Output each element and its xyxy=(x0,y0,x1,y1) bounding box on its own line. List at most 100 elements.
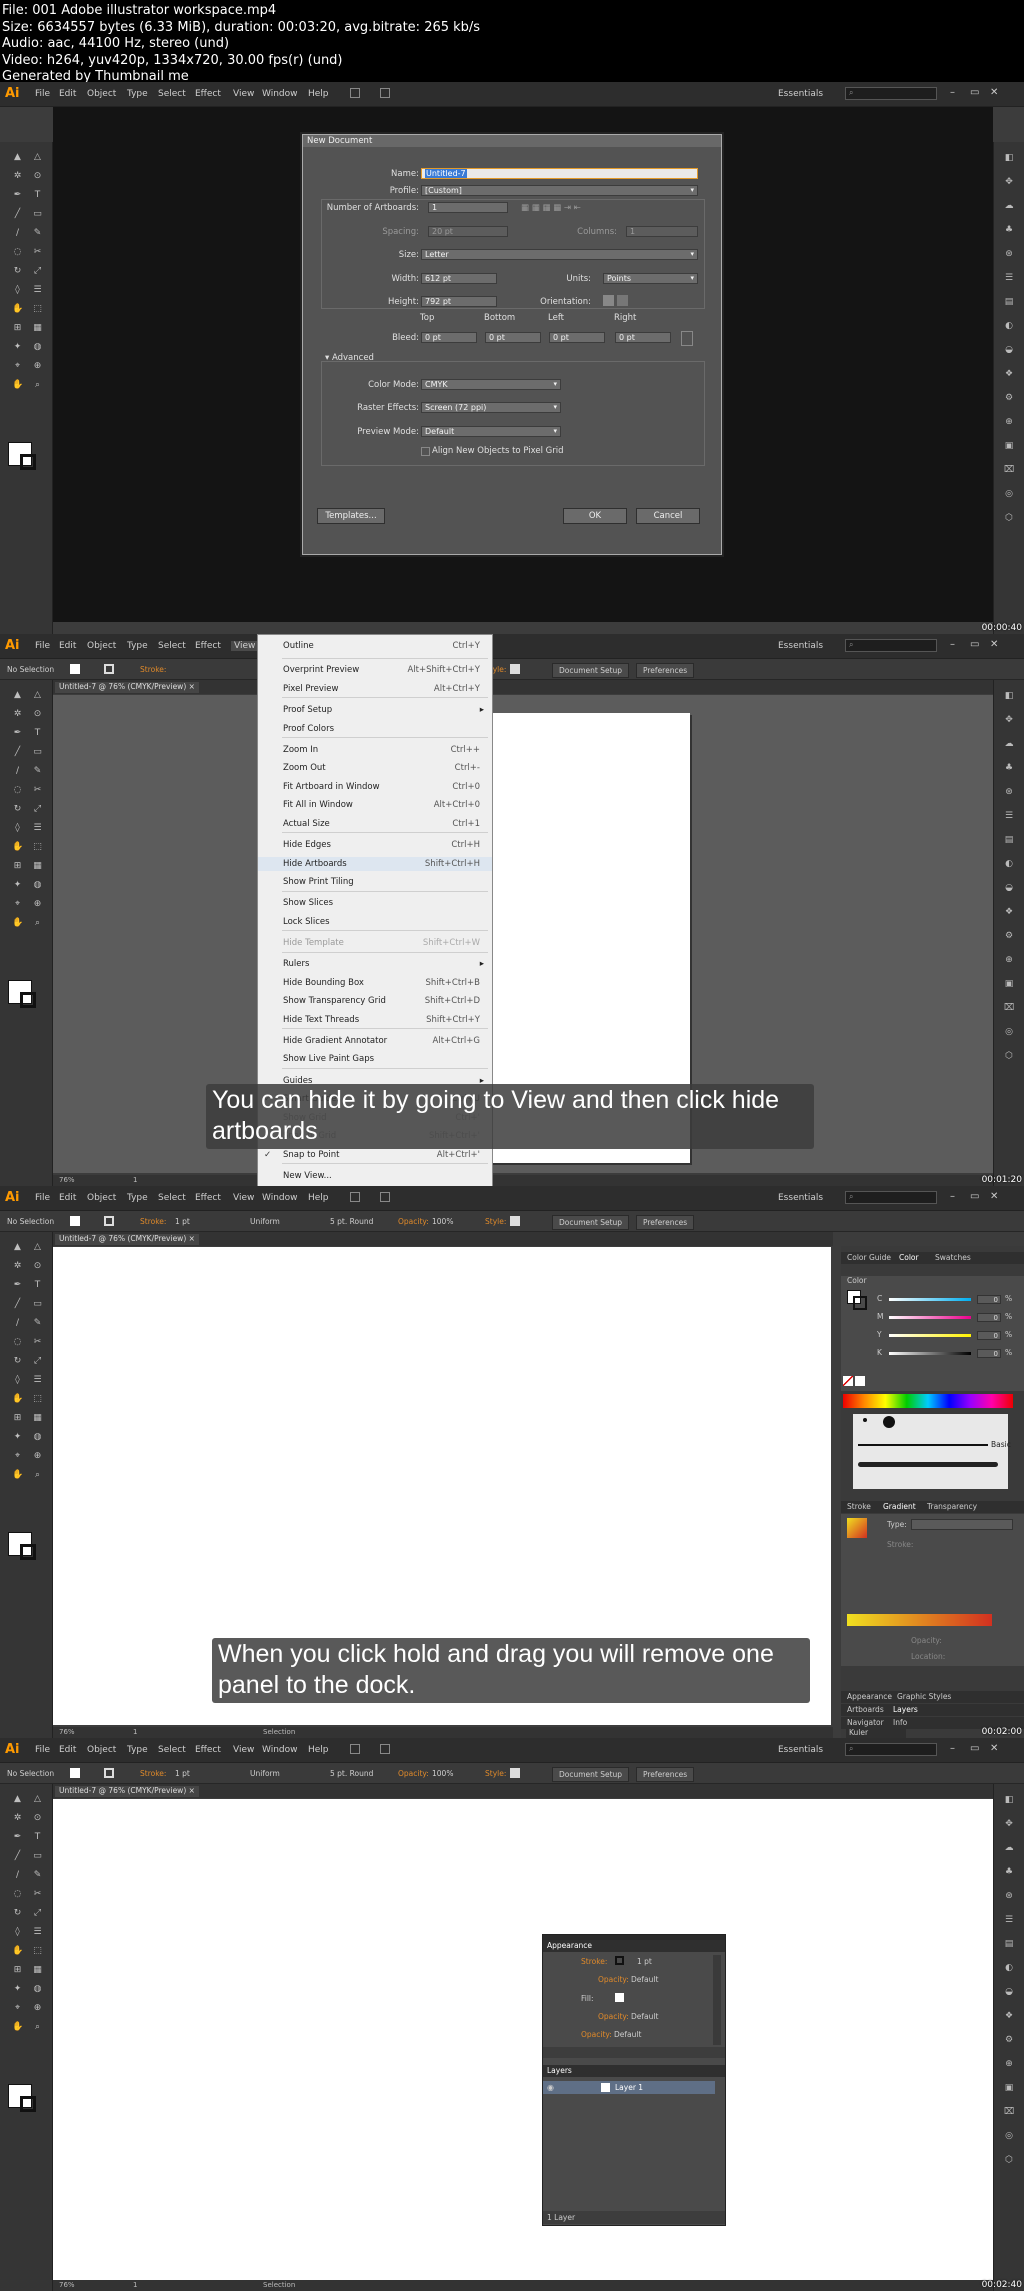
tool-icon[interactable]: ✋ xyxy=(12,1394,23,1405)
tool-icon[interactable]: ⤢ xyxy=(32,1356,43,1367)
tool-icon[interactable]: ✒ xyxy=(12,190,23,201)
none-color-icon[interactable] xyxy=(843,1376,853,1386)
minimize-icon[interactable]: – xyxy=(950,1743,955,1754)
preview-mode-select[interactable]: Default xyxy=(421,426,561,437)
profile-select[interactable]: [Custom] xyxy=(421,185,698,196)
view-menu-item[interactable]: Proof Colors xyxy=(258,722,492,736)
opacity-label[interactable]: Opacity: xyxy=(398,1217,429,1226)
bleed-top-field[interactable]: 0 pt xyxy=(421,332,477,343)
brush-dot-small[interactable] xyxy=(863,1418,867,1422)
tool-icon[interactable]: ⊞ xyxy=(12,323,23,334)
menu-select[interactable]: Select xyxy=(158,1193,186,1203)
name-field[interactable]: Untitled-7 xyxy=(421,168,698,179)
view-menu-item[interactable]: Overprint Preview Alt+Shift+Ctrl+Y xyxy=(258,663,492,677)
menu-edit[interactable]: Edit xyxy=(59,1193,76,1203)
tool-icon[interactable]: ✒ xyxy=(12,728,23,739)
tool-icon[interactable]: ✲ xyxy=(12,1261,23,1272)
tool-icon[interactable]: ◌ xyxy=(12,1889,23,1900)
menu-view[interactable]: View xyxy=(231,641,259,651)
view-menu-item[interactable]: Show Transparency Grid Shift+Ctrl+D xyxy=(258,994,492,1008)
dock-panel-icon[interactable]: ❖ xyxy=(1003,368,1015,380)
cmyk-value-field[interactable]: 0 xyxy=(977,1349,1001,1358)
document-tab[interactable]: Untitled-7 @ 76% (CMYK/Preview) × xyxy=(55,1786,199,1797)
align-pixel-grid-checkbox[interactable] xyxy=(421,447,430,456)
dock-panel-icon[interactable]: ♣ xyxy=(1003,762,1015,774)
workspace-switcher[interactable]: Essentials xyxy=(778,1745,823,1755)
cmyk-value-field[interactable]: 0 xyxy=(977,1295,1001,1304)
close-icon[interactable]: ✕ xyxy=(990,87,998,98)
dock-panel-icon[interactable]: ▣ xyxy=(1003,440,1015,452)
tool-icon[interactable]: ✲ xyxy=(12,1813,23,1824)
dock-panel-icon[interactable]: ☰ xyxy=(1003,272,1015,284)
cmyk-value-field[interactable]: 0 xyxy=(977,1331,1001,1340)
tool-icon[interactable]: ⊞ xyxy=(12,1965,23,1976)
menu-window[interactable]: Window xyxy=(262,1193,298,1203)
tab-gradient[interactable]: Gradient xyxy=(883,1501,916,1513)
fill-swatch[interactable] xyxy=(70,664,80,674)
tool-icon[interactable]: ◍ xyxy=(32,1984,43,1995)
dock-panel-icon[interactable]: ⊕ xyxy=(1003,954,1015,966)
status-tool[interactable]: Selection xyxy=(263,1728,295,1736)
tool-icon[interactable]: ⬚ xyxy=(32,1946,43,1957)
fill-swatch[interactable] xyxy=(70,1768,80,1778)
artboard-number[interactable]: 1 xyxy=(133,2281,137,2289)
tool-icon[interactable]: ⌕ xyxy=(32,1470,43,1481)
tool-icon[interactable]: ▲ xyxy=(12,152,23,163)
tool-icon[interactable]: ▭ xyxy=(32,1851,43,1862)
dock-panel-icon[interactable]: ⬡ xyxy=(1003,2154,1015,2166)
tool-icon[interactable]: ▦ xyxy=(32,861,43,872)
ok-button[interactable]: OK xyxy=(563,508,627,524)
stroke-color-box[interactable] xyxy=(20,2096,36,2112)
dock-panel-icon[interactable]: ⊕ xyxy=(1003,2058,1015,2070)
brush-definition[interactable]: 5 pt. Round xyxy=(330,1769,373,1778)
dock-panel-icon[interactable]: ⚙ xyxy=(1003,2034,1015,2046)
dock-panel-icon[interactable]: ✥ xyxy=(1003,176,1015,188)
stroke-weight[interactable]: 1 pt xyxy=(175,1769,190,1778)
tool-icon[interactable]: ☰ xyxy=(32,1375,43,1386)
stroke-swatch[interactable] xyxy=(104,1768,114,1778)
document-setup-button[interactable]: Document Setup xyxy=(552,1215,630,1230)
view-menu-item[interactable]: Hide Artboards Shift+Ctrl+H xyxy=(258,856,492,871)
tool-icon[interactable]: ⊙ xyxy=(32,1261,43,1272)
tool-icon[interactable]: ╱ xyxy=(12,209,23,220)
arrange-icon[interactable] xyxy=(380,1192,390,1202)
appearance-opacity-label-2[interactable]: Opacity: xyxy=(598,2012,629,2021)
preferences-button[interactable]: Preferences xyxy=(636,1767,695,1782)
tool-icon[interactable]: ✒ xyxy=(12,1280,23,1291)
tab-artboards[interactable]: Artboards xyxy=(847,1704,884,1716)
stroke-swatch[interactable] xyxy=(104,1216,114,1226)
tool-icon[interactable]: ⊕ xyxy=(32,899,43,910)
tool-icon[interactable]: ✋ xyxy=(12,842,23,853)
menu-select[interactable]: Select xyxy=(158,641,186,651)
menu-effect[interactable]: Effect xyxy=(195,641,221,651)
brush-stroke-basic[interactable] xyxy=(858,1444,988,1446)
dock-panel-icon[interactable]: ◎ xyxy=(1003,488,1015,500)
tool-icon[interactable]: ◌ xyxy=(12,1337,23,1348)
tool-icon[interactable]: ▦ xyxy=(32,1965,43,1976)
tool-icon[interactable]: T xyxy=(32,190,43,201)
tool-icon[interactable]: ▲ xyxy=(12,690,23,701)
tool-icon[interactable]: ▲ xyxy=(12,1242,23,1253)
tool-icon[interactable]: ∕ xyxy=(12,228,23,239)
stroke-label[interactable]: Stroke: xyxy=(140,665,166,674)
tool-icon[interactable]: ▦ xyxy=(32,323,43,334)
document-setup-button[interactable]: Document Setup xyxy=(552,1767,630,1782)
tool-icon[interactable]: ∕ xyxy=(12,1318,23,1329)
zoom-level[interactable]: 76% xyxy=(59,1728,75,1736)
tool-icon[interactable]: ⊙ xyxy=(32,1813,43,1824)
tool-icon[interactable]: ✦ xyxy=(12,1432,23,1443)
view-menu-item[interactable]: Fit All in Window Alt+Ctrl+0 xyxy=(258,798,492,812)
appearance-fill-swatch[interactable] xyxy=(615,1993,624,2002)
zoom-level[interactable]: 76% xyxy=(59,1176,75,1184)
tool-icon[interactable]: △ xyxy=(32,152,43,163)
menu-help[interactable]: Help xyxy=(308,1745,329,1755)
tool-icon[interactable]: ✋ xyxy=(12,1470,23,1481)
tool-icon[interactable]: T xyxy=(32,1832,43,1843)
dock-panel-icon[interactable]: ◎ xyxy=(1003,1026,1015,1038)
tool-icon[interactable]: △ xyxy=(32,1242,43,1253)
units-select[interactable]: Points xyxy=(603,273,698,284)
tool-icon[interactable]: ◍ xyxy=(32,880,43,891)
tool-icon[interactable]: ↻ xyxy=(12,804,23,815)
dock-panel-icon[interactable]: ◒ xyxy=(1003,344,1015,356)
tool-icon[interactable]: ◍ xyxy=(32,342,43,353)
